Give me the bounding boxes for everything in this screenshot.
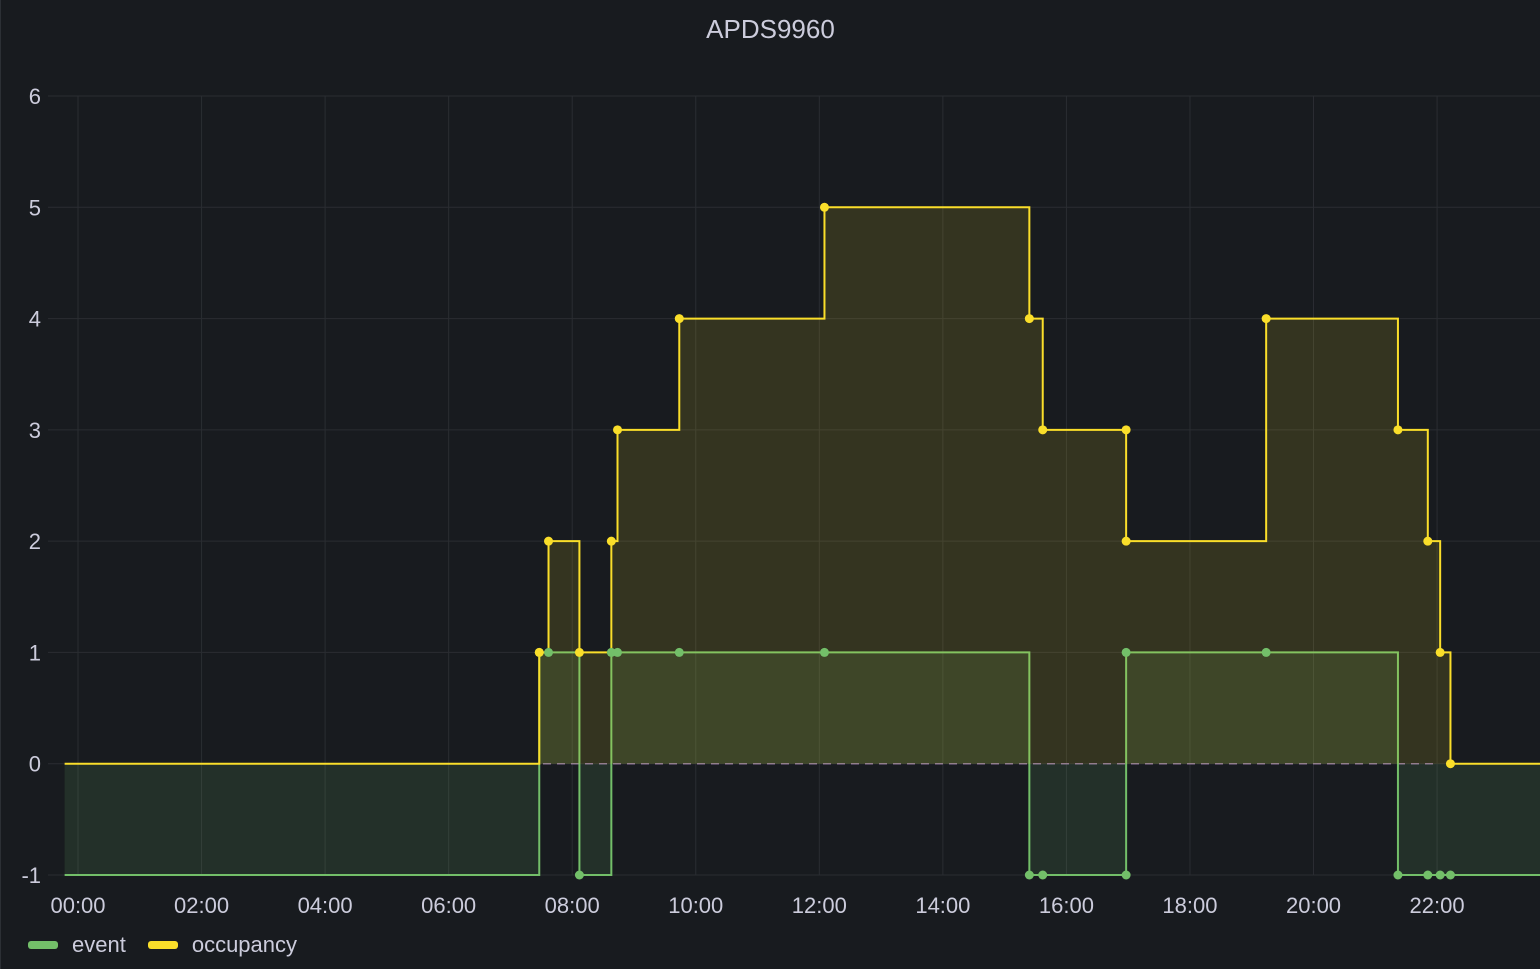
data-point-occupancy	[1393, 425, 1403, 435]
y-tick-label: -1	[21, 863, 41, 888]
data-point-event	[1393, 870, 1403, 880]
data-point-event	[1445, 870, 1455, 880]
legend: event occupancy	[28, 930, 319, 960]
legend-swatch-occupancy	[147, 941, 178, 949]
data-point-event	[1261, 647, 1271, 657]
x-tick-label: 16:00	[1039, 893, 1094, 918]
data-point-event	[1038, 870, 1048, 880]
data-point-occupancy	[819, 202, 829, 212]
data-point-event	[1121, 870, 1131, 880]
data-point-event	[544, 647, 554, 657]
legend-label-event: event	[72, 932, 126, 957]
data-point-occupancy	[534, 647, 544, 657]
data-point-event	[1121, 647, 1131, 657]
x-tick-label: 08:00	[545, 893, 600, 918]
data-point-occupancy	[1024, 314, 1034, 324]
data-point-occupancy	[1121, 536, 1131, 546]
legend-item-occupancy[interactable]: occupancy	[147, 932, 298, 958]
y-tick-label: 5	[29, 195, 41, 220]
data-point-event	[574, 870, 584, 880]
timeseries-chart[interactable]: -1 0 1 2 3 4 5 6 00:00 02:00 04:00 06:00 08:00 10:00 1…	[1, 0, 1540, 969]
y-tick-label: 0	[29, 752, 41, 777]
data-point-occupancy	[674, 314, 684, 324]
data-point-occupancy	[1445, 759, 1455, 769]
x-tick-label: 18:00	[1162, 893, 1217, 918]
data-point-event	[819, 647, 829, 657]
data-point-occupancy	[613, 425, 623, 435]
y-tick-label: 2	[29, 529, 41, 554]
y-tick-label: 6	[29, 84, 41, 109]
data-point-occupancy	[1261, 314, 1271, 324]
x-tick-label: 12:00	[792, 893, 847, 918]
x-tick-label: 02:00	[174, 893, 229, 918]
data-point-occupancy	[1121, 425, 1131, 435]
data-point-event	[1423, 870, 1433, 880]
data-point-occupancy	[574, 647, 584, 657]
series-area-occupancy	[64, 207, 1540, 764]
y-tick-label: 4	[29, 307, 41, 332]
x-tick-label: 14:00	[915, 893, 970, 918]
data-point-occupancy	[1435, 647, 1445, 657]
data-point-event	[1024, 870, 1034, 880]
chart-panel: APDS9960 -1 0 1 2 3 4 5 6 00:00 02:00 04:00 06:00 08…	[0, 0, 1540, 969]
x-tick-label: 06:00	[421, 893, 476, 918]
y-tick-label: 3	[29, 418, 41, 443]
y-tick-label: 1	[29, 640, 41, 665]
data-point-occupancy	[606, 536, 616, 546]
data-point-occupancy	[544, 536, 554, 546]
x-tick-label: 04:00	[298, 893, 353, 918]
legend-label-occupancy: occupancy	[191, 932, 298, 957]
legend-item-event[interactable]: event	[28, 932, 126, 958]
data-point-occupancy	[1423, 536, 1433, 546]
data-point-occupancy	[1038, 425, 1048, 435]
legend-swatch-event	[28, 941, 58, 949]
x-tick-label: 22:00	[1410, 893, 1465, 918]
data-point-event	[674, 647, 684, 657]
x-tick-label: 00:00	[50, 893, 105, 918]
data-point-event	[613, 647, 623, 657]
x-tick-label: 20:00	[1286, 893, 1341, 918]
data-point-event	[1435, 870, 1445, 880]
x-tick-label: 10:00	[668, 893, 723, 918]
